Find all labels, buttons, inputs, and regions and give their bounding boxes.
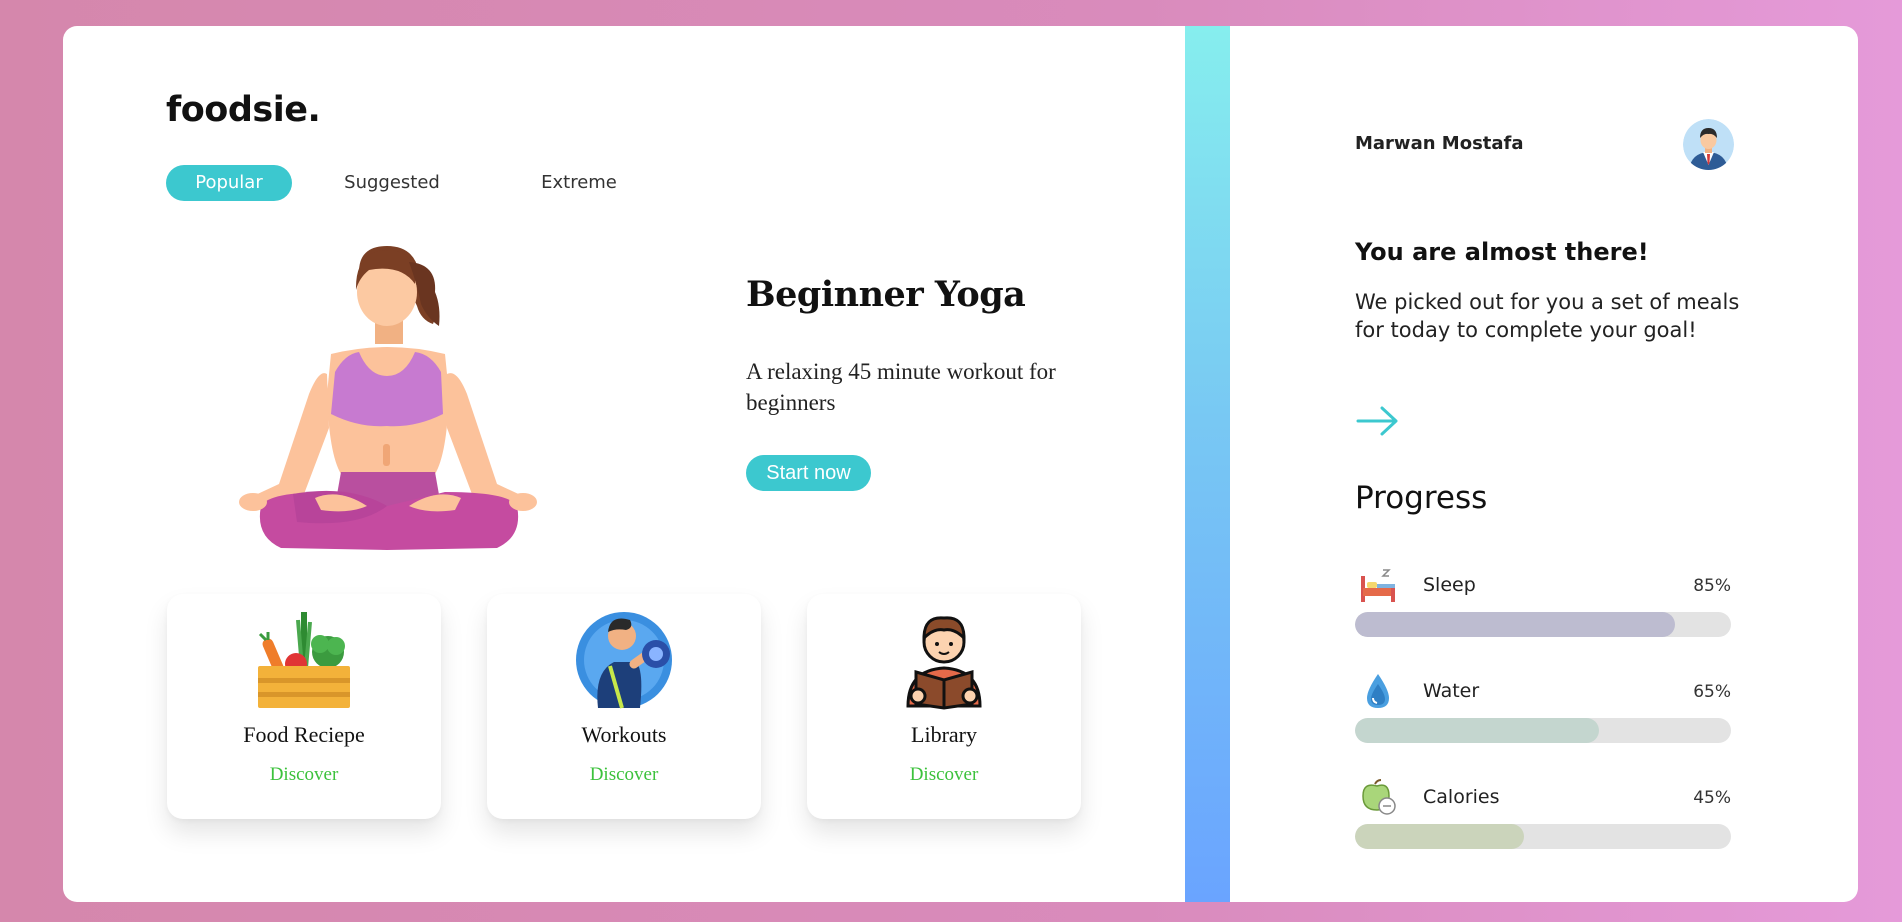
reading-book-icon bbox=[906, 616, 982, 710]
start-now-button[interactable]: Start now bbox=[746, 455, 871, 491]
card-library[interactable]: Library Discover bbox=[807, 594, 1081, 819]
card-title: Workouts bbox=[581, 722, 667, 747]
progress-item-sleep: Sleep 85% bbox=[1355, 566, 1731, 646]
promo-description: We picked out for you a set of meals for… bbox=[1355, 290, 1740, 342]
progress-item-calories: Calories 45% bbox=[1355, 778, 1731, 858]
tab-popular[interactable]: Popular bbox=[166, 165, 292, 201]
promo-title: You are almost there! bbox=[1355, 238, 1649, 266]
vegetable-crate-icon bbox=[258, 612, 350, 708]
card-title: Library bbox=[911, 722, 977, 747]
user-name: Marwan Mostafa bbox=[1355, 133, 1524, 154]
bed-icon bbox=[1361, 569, 1395, 602]
progress-track bbox=[1355, 612, 1731, 637]
side-panel: Marwan Mostafa You are almost there! We … bbox=[1230, 26, 1858, 902]
card-title: Food Reciepe bbox=[243, 722, 365, 747]
progress-item-water: Water 65% bbox=[1355, 672, 1731, 752]
progress-title: Progress bbox=[1355, 480, 1488, 516]
app-window: foodsie. Popular Suggested Extreme Begin… bbox=[63, 26, 1858, 902]
progress-fill bbox=[1355, 718, 1600, 743]
progress-percent: 85% bbox=[1693, 576, 1731, 596]
hero-description: A relaxing 45 minute workout for beginne… bbox=[746, 359, 1056, 415]
progress-label: Water bbox=[1423, 680, 1480, 702]
progress-label: Sleep bbox=[1423, 574, 1476, 596]
progress-percent: 45% bbox=[1693, 788, 1731, 808]
card-food-recipe[interactable]: Food Reciepe Discover bbox=[167, 594, 441, 819]
apple-calories-icon bbox=[1362, 779, 1396, 815]
gradient-divider bbox=[1185, 26, 1230, 902]
progress-fill bbox=[1355, 824, 1525, 849]
main-content: foodsie. Popular Suggested Extreme Begin… bbox=[63, 26, 1185, 902]
discover-link[interactable]: Discover bbox=[807, 764, 1081, 786]
avatar[interactable] bbox=[1683, 119, 1734, 170]
discover-link[interactable]: Discover bbox=[167, 764, 441, 786]
brand-logo[interactable]: foodsie. bbox=[166, 90, 321, 130]
arrow-right-icon[interactable] bbox=[1356, 404, 1400, 438]
card-workouts[interactable]: Workouts Discover bbox=[487, 594, 761, 819]
progress-label: Calories bbox=[1423, 786, 1500, 808]
discover-link[interactable]: Discover bbox=[487, 764, 761, 786]
hero-title: Beginner Yoga bbox=[746, 274, 1026, 315]
progress-track bbox=[1355, 718, 1731, 743]
progress-track bbox=[1355, 824, 1731, 849]
progress-percent: 65% bbox=[1693, 682, 1731, 702]
yoga-woman-illustration bbox=[239, 246, 537, 550]
businessman-avatar bbox=[1683, 119, 1734, 170]
tab-suggested[interactable]: Suggested bbox=[329, 165, 455, 201]
tab-extreme[interactable]: Extreme bbox=[516, 165, 642, 201]
dumbbell-workout-icon bbox=[576, 612, 672, 709]
progress-fill bbox=[1355, 612, 1675, 637]
water-drop-icon bbox=[1367, 674, 1389, 708]
